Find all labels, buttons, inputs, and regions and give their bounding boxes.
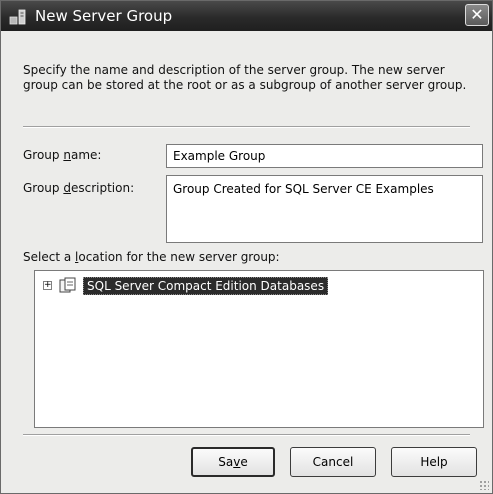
group-name-input[interactable]: Example Group: [166, 144, 483, 168]
dialog-description: Specify the name and description of the …: [23, 63, 467, 92]
group-description-label: Group description:: [23, 181, 135, 195]
location-tree[interactable]: + SQL Server Compact Edition Databases: [34, 270, 484, 428]
bottom-separator: [23, 434, 470, 436]
server-group-icon: [9, 9, 26, 25]
group-name-label: Group name:: [23, 148, 102, 162]
tree-node-label[interactable]: SQL Server Compact Edition Databases: [83, 277, 329, 295]
resize-grip[interactable]: [479, 480, 489, 490]
close-icon: ✕: [470, 5, 484, 24]
server-group-node-icon: [59, 277, 76, 293]
help-button[interactable]: Help: [391, 447, 477, 477]
top-separator: [23, 126, 470, 128]
dialog-title: New Server Group: [35, 7, 173, 25]
cancel-button[interactable]: Cancel: [290, 447, 376, 477]
save-button[interactable]: Save: [191, 447, 275, 477]
title-bar[interactable]: New Server Group ✕: [1, 1, 492, 31]
close-button[interactable]: ✕: [465, 4, 489, 26]
group-description-textarea[interactable]: Group Created for SQL Server CE Examples: [166, 175, 483, 243]
expand-icon[interactable]: +: [43, 281, 52, 290]
location-label: Select a location for the new server gro…: [23, 250, 280, 264]
new-server-group-dialog: New Server Group ✕ Specify the name and …: [0, 0, 493, 494]
